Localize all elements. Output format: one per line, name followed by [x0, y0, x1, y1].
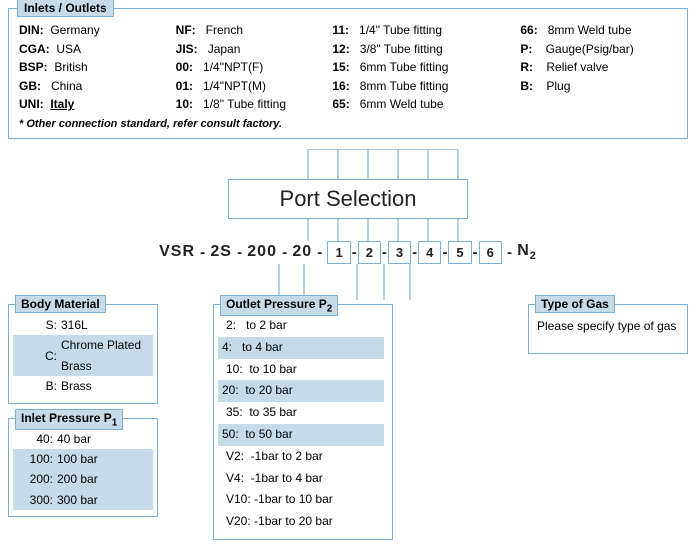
inlets-col1: DIN: Germany CGA: USA BSP: British GB: C…: [19, 21, 176, 114]
inlets-col3: 11: 1/4" Tube fitting 12: 3/8" Tube fitt…: [332, 21, 520, 114]
list-item: 35: to 35 bar: [222, 402, 384, 424]
inlets-row: 00: 1/4"NPT(F): [176, 58, 333, 77]
list-item: C: Chrome Plated Brass: [13, 335, 153, 376]
middle-column: Outlet Pressure P2 2: to 2 bar 4: to 4 b…: [158, 300, 528, 550]
list-item: 40: 40 bar: [17, 429, 149, 449]
main-container: Inlets / Outlets DIN: Germany CGA: USA B…: [0, 0, 697, 558]
body-material-list: S: 316L C: Chrome Plated Brass B: Brass: [17, 315, 149, 397]
type-of-gas-box: Type of Gas Please specify type of gas: [528, 304, 688, 354]
inlets-row: CGA: USA: [19, 40, 176, 59]
inlets-row: 16: 8mm Tube fitting: [332, 77, 520, 96]
type-of-gas-description: Please specify type of gas: [537, 319, 679, 333]
inlets-col2: NF: French JIS: Japan 00: 1/4"NPT(F) 01:…: [176, 21, 333, 114]
model-box-5[interactable]: 5: [448, 241, 471, 264]
inlet-pressure-box: Inlet Pressure P1 40: 40 bar 100: 100 ba…: [8, 418, 158, 518]
model-part1: 2S: [210, 243, 232, 261]
inlets-row: BSP: British: [19, 58, 176, 77]
inlets-row: 11: 1/4" Tube fitting: [332, 21, 520, 40]
model-row: VSR - 2S - 200 - 20 - 1 - 2 - 3 - 4 - 5 …: [8, 241, 688, 264]
inlets-row: 15: 6mm Tube fitting: [332, 58, 520, 77]
list-item: S: 316L: [17, 315, 149, 335]
list-item: 100: 100 bar: [13, 449, 153, 469]
outlet-pressure-box: Outlet Pressure P2 2: to 2 bar 4: to 4 b…: [213, 304, 393, 540]
sep3: -: [278, 244, 291, 261]
list-item: 50: to 50 bar: [218, 424, 384, 446]
port-selection-box: Port Selection: [228, 179, 468, 219]
outlet-pressure-list: 2: to 2 bar 4: to 4 bar 10: to 10 bar 20…: [222, 315, 384, 533]
inlets-title: Inlets / Outlets: [17, 0, 114, 17]
list-item: B: Brass: [17, 376, 149, 396]
list-item: V20: -1bar to 20 bar: [222, 511, 384, 533]
model-part2: 200: [247, 243, 277, 261]
inlets-row: P: Gauge(Psig/bar): [520, 40, 677, 59]
inlets-row: R: Relief valve: [520, 58, 677, 77]
inlet-pressure-title: Inlet Pressure P1: [15, 409, 123, 430]
list-item: 4: to 4 bar: [218, 337, 384, 359]
body-material-box: Body Material S: 316L C: Chrome Plated B…: [8, 304, 158, 404]
inlets-col4: 66: 8mm Weld tube P: Gauge(Psig/bar) R: …: [520, 21, 677, 114]
model-box-4[interactable]: 4: [418, 241, 441, 264]
model-part3: 20: [292, 243, 312, 261]
inlets-row: NF: French: [176, 21, 333, 40]
inlets-row: 10: 1/8" Tube fitting: [176, 95, 333, 114]
model-box-1[interactable]: 1: [327, 241, 350, 264]
list-item: 2: to 2 bar: [222, 315, 384, 337]
body-material-title: Body Material: [15, 295, 106, 313]
list-item: V10: -1bar to 10 bar: [222, 489, 384, 511]
inlets-row: 65: 6mm Weld tube: [332, 95, 520, 114]
left-column: Body Material S: 316L C: Chrome Plated B…: [8, 300, 158, 527]
sep1: -: [196, 244, 209, 261]
list-item: V4: -1bar to 4 bar: [222, 468, 384, 490]
list-item: 200: 200 bar: [13, 469, 153, 489]
inlets-row: 66: 8mm Weld tube: [520, 21, 677, 40]
list-item: 10: to 10 bar: [222, 359, 384, 381]
inlets-row: GB: China: [19, 77, 176, 96]
inlets-row: JIS: Japan: [176, 40, 333, 59]
connector-top-svg: [8, 149, 688, 179]
inlets-row: B: Plug: [520, 77, 677, 96]
model-box-3[interactable]: 3: [388, 241, 411, 264]
list-item: 300: 300 bar: [13, 490, 153, 510]
model-suffix: N2: [517, 242, 537, 262]
port-selection-title: Port Selection: [280, 186, 417, 211]
list-item: 20: to 20 bar: [218, 380, 384, 402]
inlets-row: 01: 1/4"NPT(M): [176, 77, 333, 96]
inlets-row: UNI: Italy: [19, 95, 176, 114]
connector-mid-svg: [8, 219, 688, 241]
inlet-pressure-list: 40: 40 bar 100: 100 bar 200: 200 bar 300…: [17, 429, 149, 511]
sep4: -: [313, 244, 326, 261]
inlets-row: 12: 3/8" Tube fitting: [332, 40, 520, 59]
inlets-note: * Other connection standard, refer consu…: [19, 118, 677, 130]
model-box-2[interactable]: 2: [358, 241, 381, 264]
sep2: -: [233, 244, 246, 261]
type-of-gas-title: Type of Gas: [535, 295, 615, 313]
list-item: V2: -1bar to 2 bar: [222, 446, 384, 468]
outlet-pressure-title: Outlet Pressure P2: [220, 295, 338, 316]
right-column: Type of Gas Please specify type of gas: [528, 300, 688, 364]
model-box-6[interactable]: 6: [479, 241, 502, 264]
inlets-row: DIN: Germany: [19, 21, 176, 40]
model-prefix: VSR: [159, 243, 195, 261]
inlets-outlets-box: Inlets / Outlets DIN: Germany CGA: USA B…: [8, 8, 688, 139]
